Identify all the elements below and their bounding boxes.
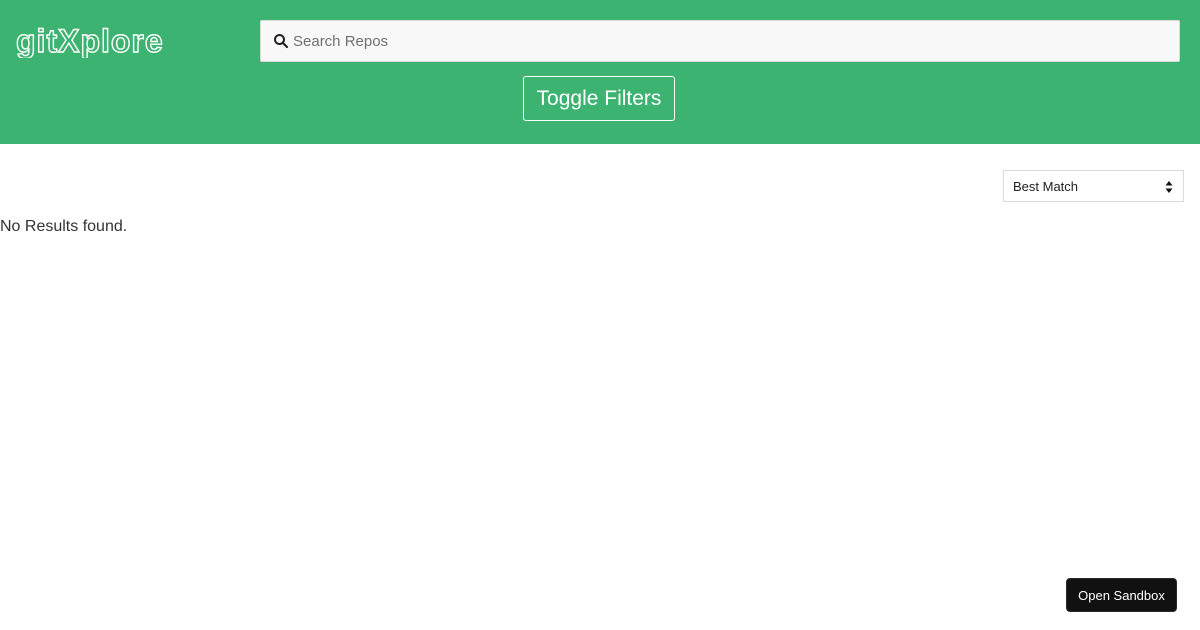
logo-wordmark: gitXplore (16, 24, 164, 58)
logo[interactable]: gitXplore (16, 24, 222, 58)
sort-selected-value: Best Match (1013, 179, 1079, 194)
open-sandbox-button[interactable]: Open Sandbox (1066, 578, 1177, 612)
sort-arrows-icon (1165, 180, 1173, 194)
empty-results-message: No Results found. (0, 218, 128, 235)
toggle-filters-button[interactable]: Toggle Filters (523, 76, 675, 121)
search-box[interactable] (260, 20, 1180, 62)
header: gitXplore Toggle Filters (0, 0, 1200, 144)
sort-select[interactable]: Best Match (1003, 170, 1184, 202)
search-input[interactable] (293, 21, 1163, 61)
search-icon (273, 33, 289, 49)
logo-text: gitXplore (16, 24, 164, 58)
